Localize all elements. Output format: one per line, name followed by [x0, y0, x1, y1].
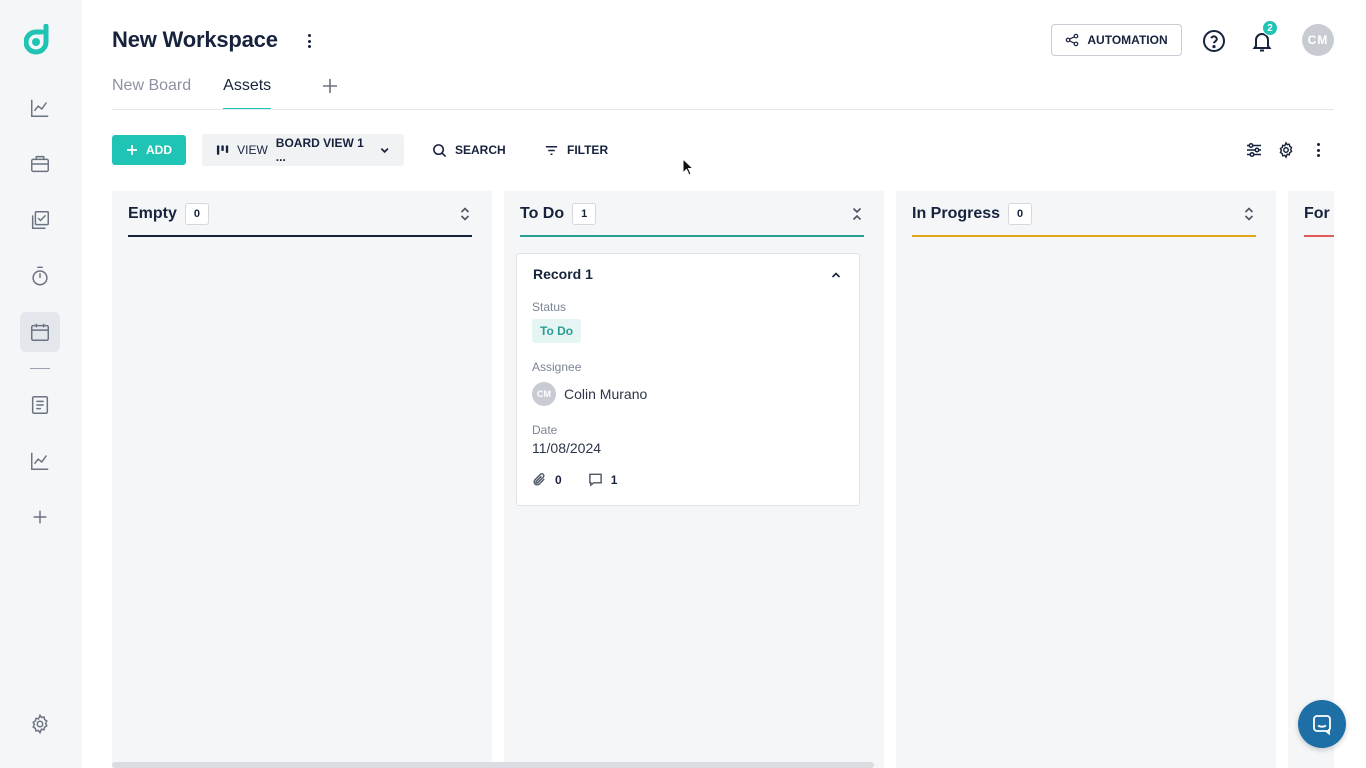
search-button[interactable]: SEARCH [432, 140, 506, 160]
gear-icon[interactable] [1277, 141, 1295, 159]
status-label: Status [532, 300, 567, 314]
comment-icon[interactable] [588, 472, 603, 487]
sidebar-item-calendar[interactable] [20, 312, 60, 352]
automation-label: AUTOMATION [1087, 33, 1168, 47]
view-prefix: VIEW [237, 143, 268, 157]
date-label: Date [532, 423, 558, 437]
board-column-todo: To Do 1 Record 1 Status To Do Assignee C… [504, 191, 884, 768]
sidebar-item-reports[interactable] [20, 441, 60, 481]
column-underline [1304, 235, 1334, 237]
horizontal-scrollbar[interactable] [112, 762, 874, 768]
search-label: SEARCH [455, 143, 506, 157]
assignee[interactable]: CM Colin Murano [532, 382, 647, 406]
gear-icon [32, 713, 48, 735]
sidebar [0, 0, 82, 768]
sidebar-item-documents[interactable] [20, 385, 60, 425]
comment-count: 1 [610, 472, 618, 487]
sidebar-item-analytics[interactable] [20, 88, 60, 128]
column-count: 0 [184, 203, 209, 225]
board-tabs: New Board Assets [112, 74, 272, 110]
record-card[interactable]: Record 1 Status To Do Assignee CM Colin … [516, 253, 860, 506]
date-value: 11/08/2024 [532, 440, 602, 456]
column-header: To Do 1 [520, 191, 864, 237]
help-icon[interactable] [1202, 29, 1226, 53]
column-header: Empty 0 [128, 191, 472, 237]
attachment-count: 0 [555, 472, 562, 487]
workspace-menu-icon[interactable] [302, 31, 316, 51]
add-button[interactable]: ADD [112, 135, 186, 165]
chat-support-button[interactable] [1298, 700, 1346, 748]
column-title: Empty [128, 205, 177, 222]
mouse-cursor-icon [682, 158, 694, 176]
app-logo[interactable] [24, 24, 56, 58]
filter-button[interactable]: FILTER [544, 140, 608, 160]
board-column-partial: For [1288, 191, 1334, 768]
paperclip-icon[interactable] [532, 472, 547, 487]
card-title: Record 1 [533, 266, 593, 282]
sidebar-item-add[interactable] [20, 497, 60, 537]
board-view-icon [216, 145, 229, 155]
chart-line-icon [31, 452, 49, 470]
chevron-down-icon [380, 147, 389, 154]
column-underline [912, 235, 1256, 237]
filter-icon [545, 145, 558, 155]
sidebar-item-settings[interactable] [20, 704, 60, 744]
sidebar-item-tasks[interactable] [20, 200, 60, 240]
view-selector[interactable]: VIEW BOARD VIEW 1 ... [202, 134, 404, 166]
sidebar-item-time[interactable] [20, 256, 60, 296]
column-underline [520, 235, 864, 237]
workspace-title[interactable]: New Workspace [112, 27, 278, 53]
tab-new-board[interactable]: New Board [112, 74, 191, 110]
avatar: CM [532, 382, 556, 406]
status-badge[interactable]: To Do [532, 319, 582, 343]
column-title: For [1304, 205, 1330, 222]
board-column-in-progress: In Progress 0 [896, 191, 1276, 768]
column-title: In Progress [912, 205, 1001, 222]
board-column-empty: Empty 0 [112, 191, 492, 768]
more-options-icon[interactable] [1309, 141, 1327, 159]
sidebar-item-work[interactable] [20, 144, 60, 184]
checklist-icon [31, 211, 49, 229]
assignee-name: Colin Murano [564, 386, 648, 402]
column-count: 1 [572, 203, 597, 225]
chart-line-icon [31, 99, 49, 117]
tab-assets[interactable]: Assets [223, 74, 272, 110]
calendar-icon [31, 323, 49, 341]
chat-icon [1313, 715, 1331, 736]
expand-collapse-icon[interactable] [850, 205, 864, 223]
plus-icon [33, 510, 47, 524]
expand-collapse-icon[interactable] [458, 205, 472, 223]
share-nodes-icon [1066, 33, 1079, 47]
user-avatar[interactable]: CM [1302, 24, 1334, 56]
stopwatch-icon [32, 266, 48, 286]
filter-label: FILTER [567, 143, 609, 157]
chevron-up-icon[interactable] [829, 268, 843, 282]
add-label: ADD [146, 143, 172, 157]
notification-badge: 2 [1262, 20, 1278, 36]
view-value: BOARD VIEW 1 ... [275, 136, 364, 164]
tabs-divider [112, 109, 1334, 110]
column-count: 0 [1008, 203, 1033, 225]
document-icon [31, 396, 49, 414]
column-title: To Do [520, 205, 565, 222]
expand-collapse-icon[interactable] [1242, 205, 1256, 223]
column-header: In Progress 0 [912, 191, 1256, 237]
briefcase-icon [31, 155, 49, 173]
add-tab-icon[interactable] [320, 76, 340, 96]
search-icon [433, 143, 447, 157]
sliders-icon[interactable] [1245, 141, 1263, 159]
column-underline [128, 235, 472, 237]
assignee-label: Assignee [532, 360, 582, 374]
automation-button[interactable]: AUTOMATION [1051, 24, 1182, 56]
plus-icon [127, 145, 137, 155]
column-header: For [1304, 191, 1334, 237]
card-meta: 0 1 [532, 472, 617, 487]
sidebar-divider [30, 368, 50, 369]
